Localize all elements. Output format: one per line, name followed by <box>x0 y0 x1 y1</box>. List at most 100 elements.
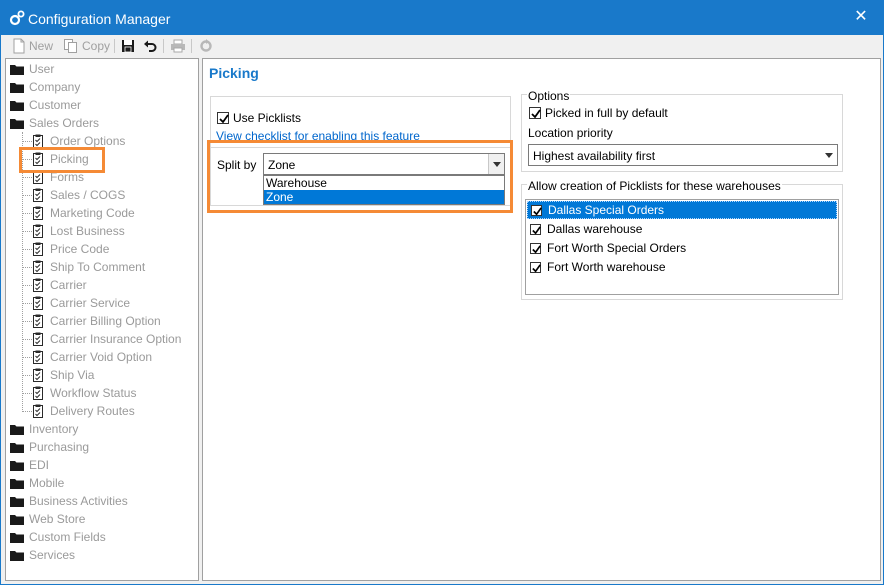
tree-item-label: Price Code <box>50 242 110 256</box>
clipboard-icon <box>33 404 43 418</box>
tree-connector <box>22 339 32 340</box>
folder-icon <box>10 532 24 543</box>
checkbox-checked-icon[interactable] <box>530 223 541 235</box>
folder-icon <box>10 100 24 111</box>
clipboard-icon <box>33 350 43 364</box>
tree-item[interactable]: Lost Business <box>32 222 125 240</box>
warehouses-group: Allow creation of Picklists for these wa… <box>521 179 843 300</box>
clipboard-icon <box>33 206 43 220</box>
tree-item[interactable]: Delivery Routes <box>32 402 135 420</box>
tree-item[interactable]: Carrier Billing Option <box>32 312 161 330</box>
picked-in-full-checkbox[interactable]: Picked in full by default <box>529 106 668 120</box>
tree-item[interactable]: Customer <box>10 96 81 114</box>
tree-item[interactable]: Carrier Insurance Option <box>32 330 181 348</box>
toolbar: New Copy <box>1 35 883 57</box>
tree-item[interactable]: Custom Fields <box>10 528 106 546</box>
checkbox-checked-icon[interactable] <box>530 242 541 254</box>
copy-button-label: Copy <box>82 39 111 53</box>
warehouse-item[interactable]: Fort Worth Special Orders <box>527 239 837 257</box>
tree-item-label: Sales Orders <box>29 116 100 130</box>
tree-item[interactable]: Carrier Service <box>32 294 130 312</box>
print-button[interactable] <box>170 37 189 55</box>
clipboard-icon <box>33 242 43 256</box>
checkbox-checked-icon[interactable] <box>531 204 542 216</box>
toolbar-separator <box>191 39 192 53</box>
tree-item-label: Inventory <box>29 422 79 436</box>
tree-item[interactable]: Purchasing <box>10 438 89 456</box>
clipboard-icon <box>33 260 43 274</box>
folder-icon <box>10 442 24 453</box>
tree-item[interactable]: Mobile <box>10 474 64 492</box>
new-document-icon <box>13 38 25 54</box>
configuration-manager-window: Configuration Manager ✕ New Copy User Com… <box>0 0 884 585</box>
warehouse-item-label: Fort Worth Special Orders <box>547 241 687 255</box>
undo-button[interactable] <box>143 37 160 55</box>
chevron-down-icon[interactable] <box>821 145 837 165</box>
clipboard-icon <box>33 224 43 238</box>
picking-highlight <box>19 147 105 173</box>
tree-item-label: Carrier Service <box>50 296 131 310</box>
use-picklists-label: Use Picklists <box>233 111 302 125</box>
printer-icon <box>171 39 185 53</box>
save-icon <box>122 40 134 53</box>
folder-icon <box>10 460 24 471</box>
tree-connector <box>22 321 32 322</box>
warehouse-item[interactable]: Fort Worth warehouse <box>527 258 837 276</box>
warehouse-item-label: Dallas warehouse <box>547 222 643 236</box>
folder-icon <box>10 478 24 489</box>
warehouse-item[interactable]: Dallas Special Orders <box>527 201 837 219</box>
configuration-tree[interactable]: User Company Customer Sales Orders Order Opt… <box>5 58 199 581</box>
tree-item[interactable]: Ship Via <box>32 366 94 384</box>
toolbar-separator <box>114 39 115 53</box>
tree-connector <box>22 195 32 196</box>
tree-item-label: Business Activities <box>29 494 128 508</box>
tree-item[interactable]: Price Code <box>32 240 109 258</box>
tree-item[interactable]: Inventory <box>10 420 78 438</box>
picked-in-full-label: Picked in full by default <box>545 106 668 120</box>
options-group: Options Picked in full by default Locati… <box>521 89 843 172</box>
picking-panel: Picking Use Picklists View checklist for… <box>202 58 881 581</box>
refresh-button[interactable] <box>199 37 216 55</box>
tree-item-label: Workflow Status <box>50 386 137 400</box>
tree-item-label: Carrier Billing Option <box>50 314 161 328</box>
title-bar[interactable]: Configuration Manager ✕ <box>1 1 883 35</box>
warehouse-item-label: Fort Worth warehouse <box>547 260 666 274</box>
warehouse-list[interactable]: Dallas Special Orders Dallas warehouse For… <box>525 199 839 295</box>
copy-icon <box>64 39 77 53</box>
tree-connector <box>22 177 32 178</box>
tree-item-label: Company <box>29 80 81 94</box>
tree-item[interactable]: Ship To Comment <box>32 258 145 276</box>
tree-item[interactable]: Sales Orders <box>10 114 99 132</box>
tree-connector <box>22 303 32 304</box>
tree-item[interactable]: Marketing Code <box>32 204 135 222</box>
location-priority-select[interactable]: Highest availability first <box>528 144 838 166</box>
tree-item[interactable]: EDI <box>10 456 49 474</box>
new-button[interactable]: New <box>12 37 53 55</box>
tree-item[interactable]: Web Store <box>10 510 85 528</box>
tree-item-label: Carrier Insurance Option <box>50 332 182 346</box>
checkbox-checked-icon <box>529 107 541 119</box>
page-title: Picking <box>209 65 259 81</box>
checkbox-checked-icon[interactable] <box>530 261 541 273</box>
clipboard-icon <box>33 134 43 148</box>
tree-item-label: Carrier <box>50 278 87 292</box>
tree-item[interactable]: Business Activities <box>10 492 128 510</box>
tree-item[interactable]: Services <box>10 546 75 564</box>
new-button-label: New <box>29 39 54 53</box>
tree-item[interactable]: User <box>10 60 54 78</box>
copy-button[interactable]: Copy <box>63 37 110 55</box>
clipboard-icon <box>33 278 43 292</box>
folder-icon <box>10 550 24 561</box>
tree-item[interactable]: Carrier Void Option <box>32 348 152 366</box>
tree-item[interactable]: Sales / COGS <box>32 186 125 204</box>
clipboard-icon <box>33 386 43 400</box>
warehouse-item[interactable]: Dallas warehouse <box>527 220 837 238</box>
tree-item[interactable]: Workflow Status <box>32 384 136 402</box>
close-button[interactable]: ✕ <box>849 7 873 27</box>
use-picklists-checkbox[interactable]: Use Picklists <box>217 111 301 125</box>
tree-connector <box>22 411 32 412</box>
tree-item-label: EDI <box>29 458 50 472</box>
save-button[interactable] <box>121 37 138 55</box>
tree-item[interactable]: Company <box>10 78 80 96</box>
tree-item[interactable]: Carrier <box>32 276 87 294</box>
